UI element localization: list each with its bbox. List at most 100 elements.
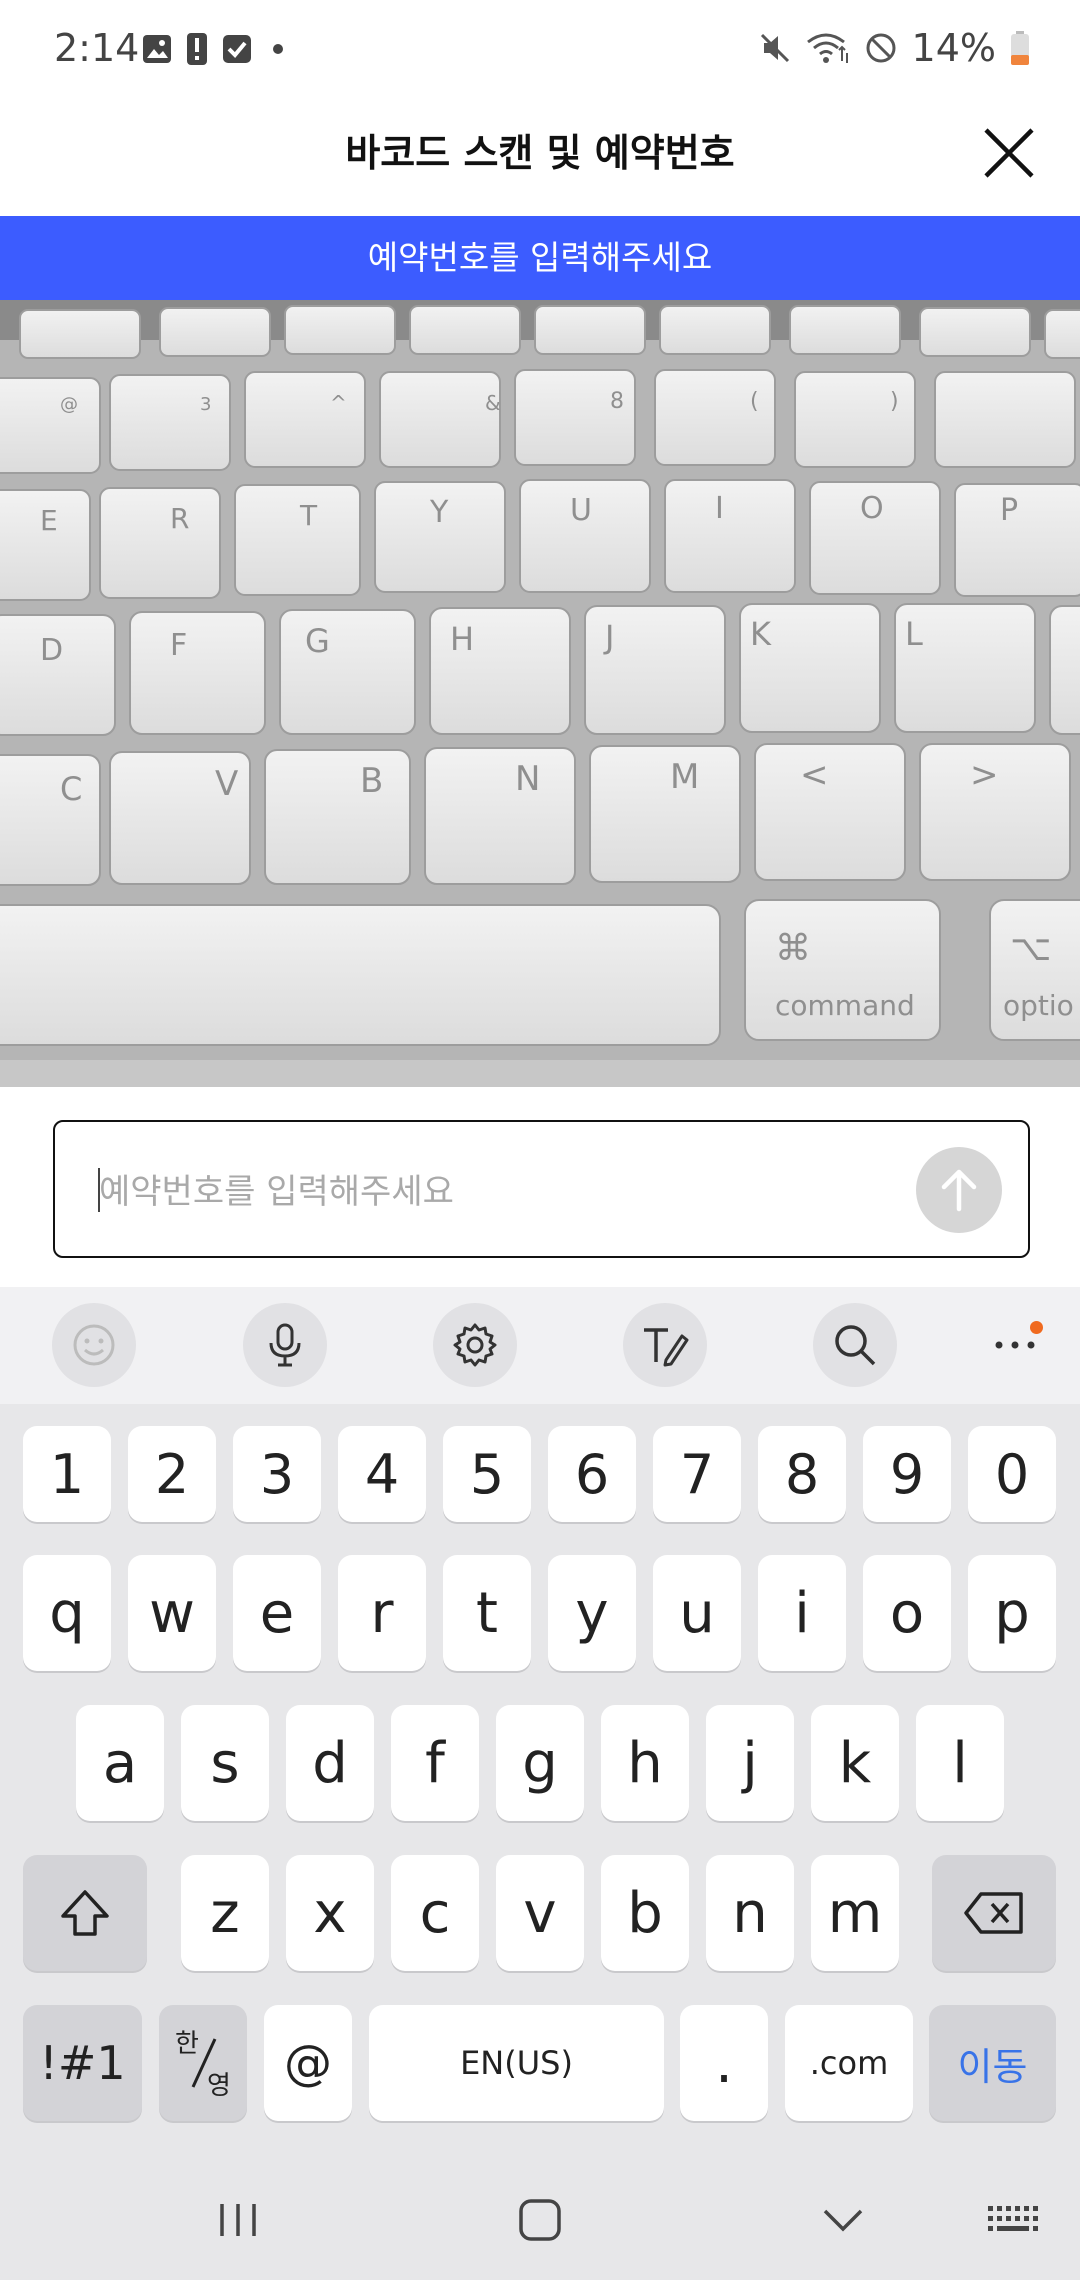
svg-text:F: F — [170, 628, 187, 663]
svg-text:^: ^ — [330, 391, 347, 415]
key-o[interactable]: o — [863, 1555, 951, 1671]
key-t[interactable]: t — [443, 1555, 531, 1671]
key-y[interactable]: y — [548, 1555, 636, 1671]
key-b[interactable]: b — [601, 1855, 689, 1971]
svg-text:>: > — [970, 755, 999, 795]
key-p[interactable]: p — [968, 1555, 1056, 1671]
svg-text:(: ( — [750, 389, 759, 414]
shift-icon — [61, 1890, 109, 1936]
dotcom-key[interactable]: .com — [785, 2005, 913, 2121]
search-button[interactable] — [813, 1303, 897, 1387]
key-q[interactable]: q — [23, 1555, 111, 1671]
key-1[interactable]: 1 — [23, 1426, 111, 1522]
status-left-icons — [142, 32, 286, 66]
key-c[interactable]: c — [391, 1855, 479, 1971]
svg-text:⌘: ⌘ — [775, 928, 811, 969]
shift-key[interactable] — [23, 1855, 147, 1971]
svg-text:E: E — [40, 504, 58, 537]
key-j[interactable]: j — [706, 1705, 794, 1821]
key-i[interactable]: i — [758, 1555, 846, 1671]
key-d[interactable]: d — [286, 1705, 374, 1821]
space-key[interactable]: EN(US) — [369, 2005, 664, 2121]
svg-text:L: L — [905, 615, 923, 653]
svg-text:K: K — [750, 615, 772, 653]
symbols-key[interactable]: !#1 — [23, 2005, 142, 2121]
reservation-number-input[interactable]: 예약번호를 입력해주세요 — [53, 1120, 1030, 1258]
svg-text:D: D — [40, 633, 63, 668]
go-key[interactable]: 이동 — [929, 2005, 1056, 2121]
key-l[interactable]: l — [916, 1705, 1004, 1821]
home-button[interactable] — [500, 2190, 580, 2250]
key-8[interactable]: 8 — [758, 1426, 846, 1522]
keyboard-settings-button[interactable] — [433, 1303, 517, 1387]
key-3[interactable]: 3 — [233, 1426, 321, 1522]
handwriting-button[interactable] — [623, 1303, 707, 1387]
key-k[interactable]: k — [811, 1705, 899, 1821]
submit-button[interactable] — [916, 1147, 1002, 1233]
svg-text:B: B — [360, 761, 383, 801]
key-w[interactable]: w — [128, 1555, 216, 1671]
key-f[interactable]: f — [391, 1705, 479, 1821]
search-icon — [835, 1325, 876, 1366]
close-icon — [984, 128, 1034, 178]
backspace-icon — [964, 1892, 1023, 1934]
svg-text:Y: Y — [429, 495, 449, 530]
svg-text:<: < — [800, 755, 829, 795]
key-5[interactable]: 5 — [443, 1426, 531, 1522]
key-m[interactable]: m — [811, 1855, 899, 1971]
key-s[interactable]: s — [181, 1705, 269, 1821]
svg-text:R: R — [170, 502, 189, 535]
key-x[interactable]: x — [286, 1855, 374, 1971]
key-v[interactable]: v — [496, 1855, 584, 1971]
key-2[interactable]: 2 — [128, 1426, 216, 1522]
svg-text:H: H — [450, 620, 474, 658]
page-title: 바코드 스캔 및 예약번호 — [345, 131, 735, 175]
svg-text:T: T — [299, 499, 318, 532]
handwriting-icon — [644, 1328, 689, 1367]
key-a[interactable]: a — [76, 1705, 164, 1821]
keyboard-toolbar — [0, 1287, 1080, 1404]
more-icon — [995, 1341, 1035, 1349]
image-icon — [143, 35, 171, 63]
camera-preview[interactable]: @ 3 ^ & 8 ( ) E R T Y U I O P D F G H J … — [0, 300, 1080, 1087]
key-9[interactable]: 9 — [863, 1426, 951, 1522]
key-h[interactable]: h — [601, 1705, 689, 1821]
close-button[interactable] — [974, 118, 1044, 188]
option-key-label: optio — [1003, 989, 1074, 1022]
key-6[interactable]: 6 — [548, 1426, 636, 1522]
keyboard-switch-button[interactable] — [972, 2190, 1052, 2250]
input-area: 예약번호를 입력해주세요 — [0, 1087, 1080, 1287]
keyboard-icon — [988, 2206, 1038, 2231]
key-n[interactable]: n — [706, 1855, 794, 1971]
command-key-label: command — [775, 989, 915, 1022]
recent-apps-button[interactable] — [198, 2190, 278, 2250]
recent-apps-icon — [220, 2204, 256, 2236]
at-key[interactable]: @ — [264, 2005, 352, 2121]
chevron-down-icon — [823, 2209, 863, 2232]
emoji-button[interactable] — [52, 1303, 136, 1387]
key-7[interactable]: 7 — [653, 1426, 741, 1522]
svg-text:⌥: ⌥ — [1010, 928, 1051, 969]
key-z[interactable]: z — [181, 1855, 269, 1971]
voice-input-button[interactable] — [243, 1303, 327, 1387]
key-e[interactable]: e — [233, 1555, 321, 1671]
key-g[interactable]: g — [496, 1705, 584, 1821]
back-button[interactable] — [803, 2190, 883, 2250]
key-r[interactable]: r — [338, 1555, 426, 1671]
backspace-key[interactable] — [932, 1855, 1056, 1971]
key-0[interactable]: 0 — [968, 1426, 1056, 1522]
check-icon — [223, 35, 251, 63]
status-right: 14% — [758, 26, 1030, 70]
svg-text:8: 8 — [610, 389, 624, 414]
key-u[interactable]: u — [653, 1555, 741, 1671]
battery-icon — [1011, 31, 1029, 65]
wifi-icon — [806, 33, 848, 63]
period-key[interactable]: . — [680, 2005, 768, 2121]
mic-icon — [269, 1323, 301, 1367]
more-options-button[interactable] — [973, 1303, 1057, 1387]
language-toggle-key[interactable]: 한 영 — [159, 2005, 247, 2121]
key-4[interactable]: 4 — [338, 1426, 426, 1522]
svg-text:O: O — [860, 491, 884, 526]
svg-text:&: & — [485, 391, 501, 415]
svg-text:C: C — [60, 770, 82, 808]
